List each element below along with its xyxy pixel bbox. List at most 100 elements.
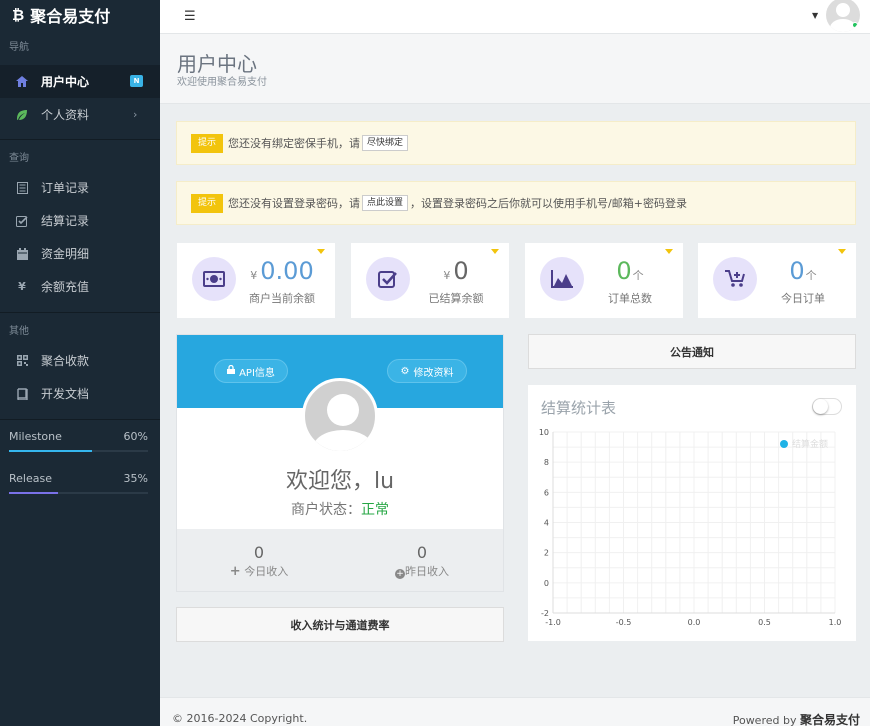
plus-circle-icon: + bbox=[395, 569, 405, 579]
brand-name: 聚合易支付 bbox=[30, 7, 111, 26]
sidebar-item-label: 开发文档 bbox=[41, 387, 90, 401]
stat-label: 订单总数 bbox=[608, 292, 652, 305]
today-income: 0 + 今日收入 bbox=[199, 543, 319, 579]
x-tick-label: -0.5 bbox=[616, 618, 632, 627]
sidebar-item-label: 用户中心 bbox=[41, 75, 90, 89]
x-tick-label: 0.0 bbox=[688, 618, 701, 627]
alert-text: 您还没有绑定密保手机，请 bbox=[228, 137, 361, 150]
alert-text: 您还没有设置登录密码，请 bbox=[228, 197, 361, 210]
y-tick-label: 0 bbox=[544, 579, 549, 588]
progress-label: Milestone bbox=[9, 430, 62, 443]
stat-prefix: ¥ bbox=[443, 269, 451, 282]
lock-icon bbox=[227, 364, 236, 377]
y-tick-label: 6 bbox=[544, 488, 549, 497]
stat-orders: 0个 订单总数 bbox=[525, 243, 683, 318]
page-header: 用户中心 欢迎使用聚合易支付 bbox=[160, 34, 870, 104]
stat-suffix: 个 bbox=[805, 269, 817, 282]
stat-value: 0 bbox=[616, 257, 632, 285]
sidebar-item-label: 资金明细 bbox=[41, 247, 90, 261]
api-info-button[interactable]: API信息 bbox=[214, 359, 288, 383]
profile-avatar bbox=[302, 378, 378, 454]
stat-value: 0 bbox=[789, 257, 805, 285]
powered-by: Powered by 聚合易支付 bbox=[733, 711, 860, 726]
leaf-icon bbox=[15, 109, 29, 121]
qrcode-icon bbox=[15, 355, 29, 366]
progress-fill bbox=[9, 492, 58, 494]
sidebar-item-aggregate-pay[interactable]: 聚合收款 bbox=[0, 344, 160, 377]
copyright: © 2016-2024 Copyright. bbox=[172, 712, 308, 725]
stat-suffix: 个 bbox=[632, 269, 644, 282]
page-subtitle: 欢迎使用聚合易支付 bbox=[177, 77, 267, 88]
calendar-icon bbox=[15, 247, 29, 260]
online-dot bbox=[852, 22, 858, 28]
book-icon bbox=[15, 387, 29, 400]
stat-value: 0 bbox=[453, 257, 469, 285]
brand[interactable]: ₿ 聚合易支付 bbox=[0, 0, 160, 30]
dropdown-triangle-icon[interactable] bbox=[491, 249, 499, 254]
menu-toggle-icon[interactable]: ☰ bbox=[184, 9, 196, 24]
sidebar-item-label: 聚合收款 bbox=[41, 354, 90, 368]
alert-bind-phone: 提示 您还没有绑定密保手机，请 尽快绑定 bbox=[176, 121, 856, 165]
yesterday-income: 0 +昨日收入 bbox=[362, 543, 482, 579]
nav-section-title: 其他 bbox=[9, 326, 29, 337]
income-stats-button[interactable]: 收入统计与通道费率 bbox=[176, 607, 504, 642]
sidebar-item-recharge[interactable]: ¥ 余额充值 bbox=[0, 270, 160, 303]
progress-bar bbox=[9, 450, 148, 452]
user-avatar[interactable] bbox=[826, 0, 860, 32]
sidebar-item-funds[interactable]: 资金明细 bbox=[0, 237, 160, 270]
powered-name: 聚合易支付 bbox=[799, 713, 860, 726]
yesterday-income-value: 0 bbox=[416, 543, 428, 562]
stat-prefix: ¥ bbox=[250, 269, 258, 282]
sidebar-item-user-center[interactable]: 用户中心 N bbox=[0, 65, 160, 98]
profile-card: API信息 ⚙ 修改资料 欢迎您，lu 商户状态：正常 0 + 今日收入 0 +… bbox=[176, 334, 504, 592]
sidebar-item-profile[interactable]: 个人资料 › bbox=[0, 98, 160, 131]
nav-section-title: 查询 bbox=[9, 153, 29, 164]
set-password-button[interactable]: 点此设置 bbox=[362, 195, 409, 211]
today-income-label: 今日收入 bbox=[244, 565, 289, 578]
dropdown-triangle-icon[interactable] bbox=[838, 249, 846, 254]
stat-label: 已结算余额 bbox=[428, 292, 484, 305]
edit-profile-label: 修改资料 bbox=[413, 367, 454, 379]
y-tick-label: 4 bbox=[544, 519, 549, 528]
x-tick-label: 1.0 bbox=[829, 618, 842, 627]
stat-balance: ¥0.00 商户当前余额 bbox=[177, 243, 335, 318]
alert-tag: 提示 bbox=[191, 193, 224, 213]
check-square-icon bbox=[15, 215, 29, 227]
alert-set-password: 提示 您还没有设置登录密码，请 点此设置 ，设置登录密码之后你就可以使用手机号/… bbox=[176, 181, 856, 225]
stat-label: 今日订单 bbox=[781, 292, 825, 305]
alert-tag: 提示 bbox=[191, 133, 224, 153]
edit-profile-button[interactable]: ⚙ 修改资料 bbox=[387, 359, 467, 383]
sidebar-item-label: 余额充值 bbox=[41, 280, 90, 294]
sidebar-item-orders[interactable]: 订单记录 bbox=[0, 171, 160, 204]
dropdown-triangle-icon[interactable] bbox=[317, 249, 325, 254]
bind-phone-button[interactable]: 尽快绑定 bbox=[362, 135, 409, 151]
legend-label: 结算金额 bbox=[792, 438, 828, 450]
stat-value: 0.00 bbox=[260, 257, 314, 285]
stat-settled: ¥0 已结算余额 bbox=[351, 243, 509, 318]
check-icon bbox=[366, 257, 410, 301]
sidebar-item-docs[interactable]: 开发文档 bbox=[0, 377, 160, 410]
sidebar-item-label: 结算记录 bbox=[41, 214, 90, 228]
merchant-status: 商户状态：正常 bbox=[177, 499, 503, 519]
notice-button[interactable]: 公告通知 bbox=[528, 334, 856, 369]
list-icon bbox=[15, 181, 29, 194]
status-value: 正常 bbox=[361, 502, 389, 518]
x-tick-label: -1.0 bbox=[545, 618, 561, 627]
progress-percent: 60% bbox=[123, 430, 148, 443]
y-tick-label: 8 bbox=[544, 458, 549, 467]
plus-icon: + bbox=[229, 564, 241, 579]
api-info-label: API信息 bbox=[239, 367, 275, 379]
caret-down-icon[interactable]: ▼ bbox=[812, 11, 818, 20]
new-badge: N bbox=[130, 75, 143, 87]
progress-percent: 35% bbox=[123, 472, 148, 485]
sidebar-item-settlements[interactable]: 结算记录 bbox=[0, 204, 160, 237]
settlement-chart-card: 结算统计表 10 8 6 4 2 0 -2 -1.0 -0.5 0.0 0.5 1.0 结算金额 bbox=[528, 385, 856, 641]
y-tick-label: 10 bbox=[539, 428, 549, 437]
powered-label: Powered by bbox=[732, 714, 797, 726]
stat-today-orders: 0个 今日订单 bbox=[698, 243, 856, 318]
sidebar-item-label: 个人资料 bbox=[41, 108, 90, 122]
dropdown-triangle-icon[interactable] bbox=[665, 249, 673, 254]
progress-bar bbox=[9, 492, 148, 494]
bitcoin-logo-icon: ₿ bbox=[12, 6, 25, 24]
chevron-right-icon: › bbox=[133, 108, 138, 121]
